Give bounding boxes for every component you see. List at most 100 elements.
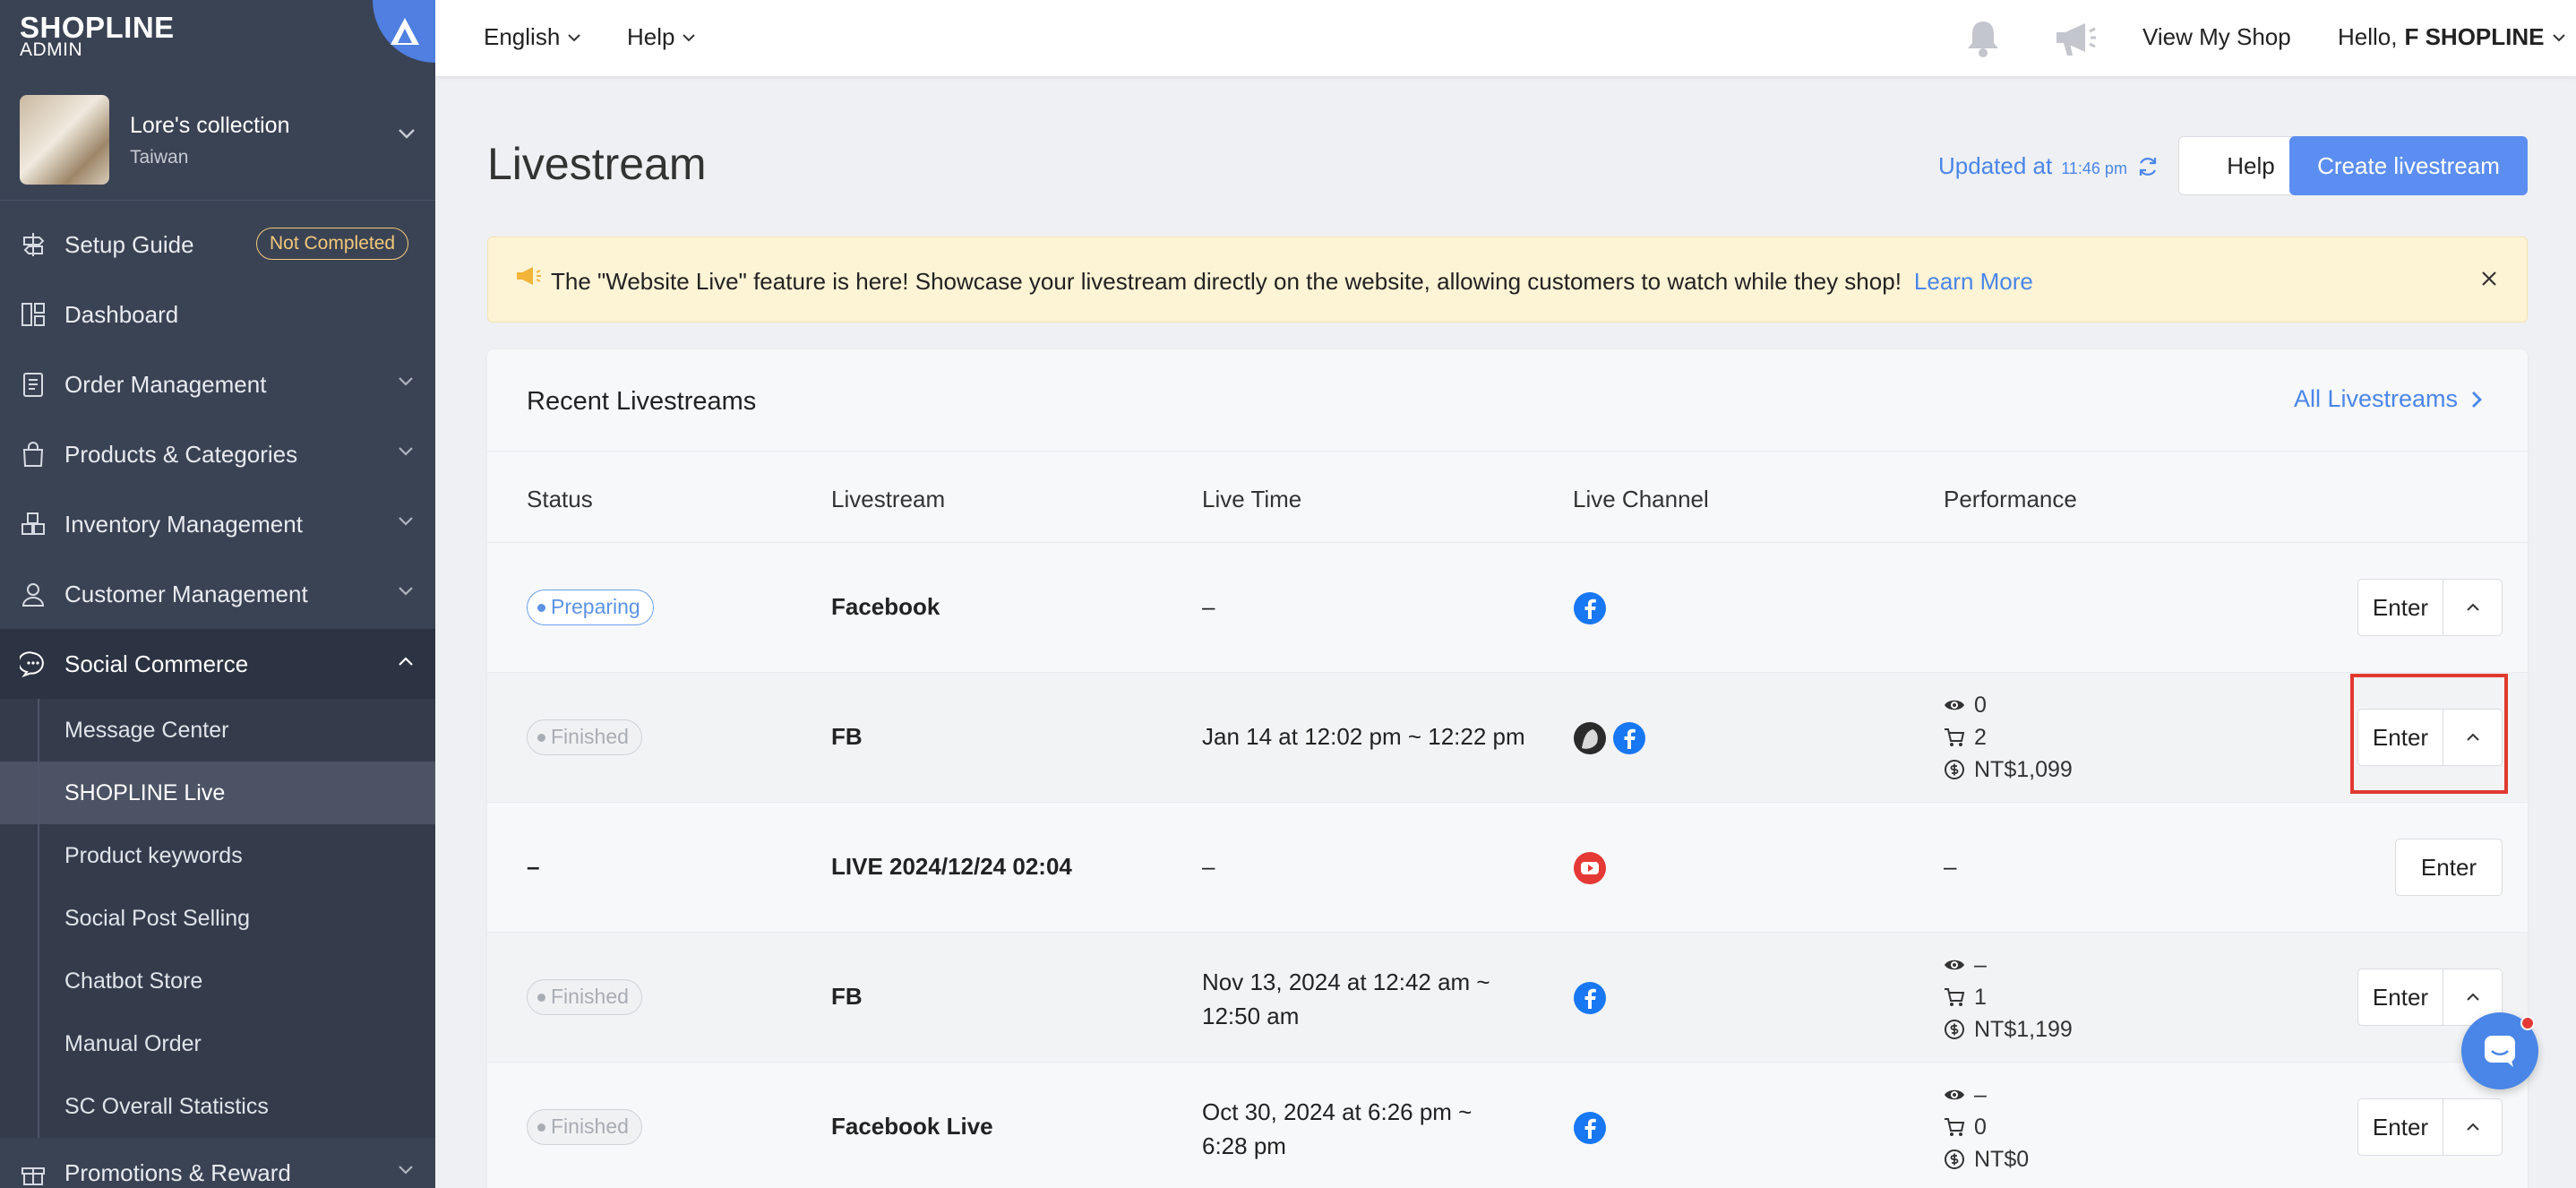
enter-button[interactable]: Enter [2358,1099,2443,1155]
create-livestream-button[interactable]: Create livestream [2289,136,2528,195]
eye-icon [1945,1089,1964,1100]
views-stat: – [1944,1079,2029,1111]
shopping-bag-icon [22,442,44,467]
expand-toggle[interactable] [2443,580,2502,635]
eye-icon [1945,960,1964,970]
expand-toggle[interactable] [2443,1099,2502,1155]
sidebar-item-sc-overall-statistics[interactable]: SC Overall Statistics [0,1075,435,1138]
livestream-name: LIVE 2024/12/24 02:04 [831,853,1072,880]
sidebar-item-social-commerce[interactable]: Social Commerce [0,629,435,699]
chevron-down-icon [568,33,580,41]
chevron-down-icon [683,33,696,41]
live-time-line-1: Oct 30, 2024 at 6:26 pm ~ [1202,1098,1473,1125]
table-row: Finished FB Nov 13, 2024 at 12:42 am ~ 1… [487,933,2528,1063]
updated-indicator: Updated at 11:46 pm [1938,152,2160,180]
cart-icon [1945,1118,1965,1136]
brand-mark-icon [373,0,435,63]
sidebar-item-label: Order Management [64,370,267,398]
sidebar-item-social-post-selling[interactable]: Social Post Selling [0,887,435,950]
youtube-icon [1574,852,1606,884]
performance-stats: – 0 NT$0 [1944,1079,2029,1175]
chevron-down-icon [399,517,413,526]
column-header-status: Status [527,486,593,512]
logo-area[interactable]: SHOPLINE ADMIN [0,0,435,77]
facebook-icon [1613,722,1645,754]
sidebar-item-promotions-reward[interactable]: Promotions & Reward [0,1138,435,1188]
enter-button[interactable]: Enter [2358,710,2443,765]
sales-value: NT$1,099 [1974,756,2073,782]
views-stat: – [1944,949,2073,981]
sidebar-item-dashboard[interactable]: Dashboard [0,280,435,349]
view-shop-label: View My Shop [2142,23,2291,50]
table-row: Finished FB Jan 14 at 12:02 pm ~ 12:22 p… [487,673,2528,803]
orders-stat: 0 [1944,1111,2029,1143]
views-value: 0 [1974,692,1987,718]
status-text: – [527,853,540,880]
sidebar-item-shopline-live[interactable]: SHOPLINE Live [0,762,435,824]
performance-stats: 0 2 NT$1,099 [1944,689,2073,786]
performance-empty: – [1944,853,1957,880]
status-badge: Finished [527,719,642,755]
sidebar-item-products-categories[interactable]: Products & Categories [0,419,435,489]
live-time: Oct 30, 2024 at 6:26 pm ~ 6:28 pm [1202,1095,1472,1163]
sidebar-item-message-center[interactable]: Message Center [0,699,435,762]
updated-time: 11:46 pm [2061,159,2127,177]
store-country: Taiwan [130,147,189,168]
facebook-icon [1574,1112,1606,1144]
enter-button-group: Enter [2357,579,2503,636]
chevron-down-icon [399,129,415,139]
cart-icon [1945,728,1965,746]
enter-button[interactable]: Enter [2358,969,2443,1025]
gift-icon [21,1167,45,1185]
chevron-up-icon [2466,993,2479,1001]
sidebar-item-label: Setup Guide [64,230,194,258]
facebook-icon [1574,592,1606,624]
sidebar-item-inventory-management[interactable]: Inventory Management [0,489,435,559]
logo-sub: ADMIN [20,39,83,60]
learn-more-link[interactable]: Learn More [1914,268,2033,295]
sidebar-item-setup-guide[interactable]: Setup Guide Not Completed [0,210,435,280]
enter-button[interactable]: Enter [2395,839,2503,896]
user-icon [21,583,45,607]
sidebar-item-product-keywords[interactable]: Product keywords [0,824,435,887]
sales-stat: NT$1,199 [1944,1013,2073,1046]
cart-icon [1945,988,1965,1006]
dollar-icon [1945,1020,1964,1039]
help-dropdown[interactable]: Help [627,23,696,51]
bell-icon[interactable] [1963,18,2003,59]
sidebar-item-manual-order[interactable]: Manual Order [0,1012,435,1075]
close-icon[interactable] [2478,268,2500,289]
sidebar-item-label: Dashboard [64,300,179,328]
sidebar-item-customer-management[interactable]: Customer Management [0,559,435,629]
sidebar: SHOPLINE ADMIN Lore's collection Taiwan … [0,0,435,1188]
dollar-icon [1945,760,1964,779]
chevron-down-icon [2552,33,2565,41]
megaphone-icon[interactable] [2053,18,2098,59]
live-time-line-2: 6:28 pm [1202,1132,1286,1159]
facebook-icon [1574,982,1606,1014]
views-value: – [1974,1081,1987,1107]
all-livestreams-link[interactable]: All Livestreams [2294,385,2483,413]
refresh-icon[interactable] [2136,155,2160,178]
card-header: Recent Livestreams All Livestreams [487,349,2528,452]
expand-toggle[interactable] [2443,710,2502,765]
enter-button[interactable]: Enter [2358,580,2443,635]
boxes-icon [21,512,45,535]
chevron-right-icon [2472,391,2482,408]
enter-button-group: Enter [2357,709,2503,766]
user-menu[interactable]: Hello, F SHOPLINE [2338,23,2566,51]
orders-value: 2 [1974,724,1987,750]
enter-button-group: Enter [2357,1098,2503,1156]
language-dropdown[interactable]: English [484,23,581,51]
chat-widget-button[interactable] [2461,1012,2538,1089]
view-my-shop-link[interactable]: View My Shop [2142,23,2291,51]
sidebar-item-order-management[interactable]: Order Management [0,349,435,419]
orders-stat: 1 [1944,981,2073,1013]
sidebar-item-chatbot-store[interactable]: Chatbot Store [0,950,435,1012]
sidebar-item-label: Products & Categories [64,440,298,468]
column-header-livestream: Livestream [831,486,946,512]
megaphone-icon [517,267,541,285]
store-switcher[interactable]: Lore's collection Taiwan [0,77,435,201]
live-time: Jan 14 at 12:02 pm ~ 12:22 pm [1202,723,1525,750]
column-header-live-time: Live Time [1202,486,1302,512]
